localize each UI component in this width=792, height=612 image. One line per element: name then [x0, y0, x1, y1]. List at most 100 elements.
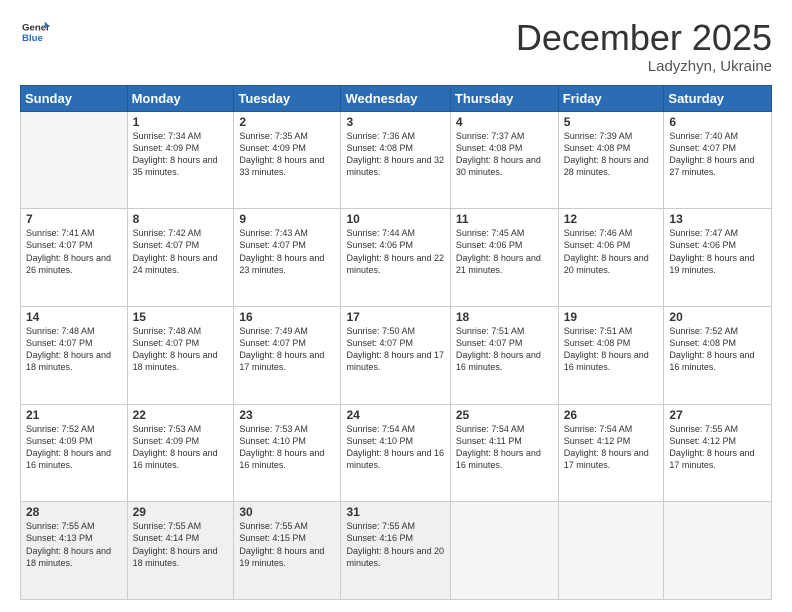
- calendar-week-3: 21Sunrise: 7:52 AMSunset: 4:09 PMDayligh…: [21, 404, 772, 502]
- cell-text: Sunrise: 7:40 AMSunset: 4:07 PMDaylight:…: [669, 130, 766, 179]
- day-number: 3: [346, 115, 444, 129]
- cell-text: Sunrise: 7:52 AMSunset: 4:08 PMDaylight:…: [669, 325, 766, 374]
- cell-text: Sunrise: 7:48 AMSunset: 4:07 PMDaylight:…: [133, 325, 229, 374]
- cell-text: Sunrise: 7:46 AMSunset: 4:06 PMDaylight:…: [564, 227, 659, 276]
- header-friday: Friday: [558, 85, 664, 111]
- cell-text: Sunrise: 7:54 AMSunset: 4:12 PMDaylight:…: [564, 423, 659, 472]
- table-row: 30Sunrise: 7:55 AMSunset: 4:15 PMDayligh…: [234, 502, 341, 600]
- day-number: 8: [133, 212, 229, 226]
- table-row: 2Sunrise: 7:35 AMSunset: 4:09 PMDaylight…: [234, 111, 341, 209]
- cell-text: Sunrise: 7:50 AMSunset: 4:07 PMDaylight:…: [346, 325, 444, 374]
- cell-text: Sunrise: 7:54 AMSunset: 4:10 PMDaylight:…: [346, 423, 444, 472]
- cell-text: Sunrise: 7:52 AMSunset: 4:09 PMDaylight:…: [26, 423, 122, 472]
- table-row: 6Sunrise: 7:40 AMSunset: 4:07 PMDaylight…: [664, 111, 772, 209]
- day-number: 20: [669, 310, 766, 324]
- day-number: 6: [669, 115, 766, 129]
- table-row: 18Sunrise: 7:51 AMSunset: 4:07 PMDayligh…: [450, 306, 558, 404]
- cell-text: Sunrise: 7:55 AMSunset: 4:15 PMDaylight:…: [239, 520, 335, 569]
- day-number: 16: [239, 310, 335, 324]
- table-row: 7Sunrise: 7:41 AMSunset: 4:07 PMDaylight…: [21, 209, 128, 307]
- day-number: 14: [26, 310, 122, 324]
- cell-text: Sunrise: 7:53 AMSunset: 4:09 PMDaylight:…: [133, 423, 229, 472]
- location: Ladyzhyn, Ukraine: [516, 58, 772, 75]
- cell-text: Sunrise: 7:37 AMSunset: 4:08 PMDaylight:…: [456, 130, 553, 179]
- table-row: 12Sunrise: 7:46 AMSunset: 4:06 PMDayligh…: [558, 209, 664, 307]
- day-number: 29: [133, 505, 229, 519]
- day-number: 19: [564, 310, 659, 324]
- table-row: 3Sunrise: 7:36 AMSunset: 4:08 PMDaylight…: [341, 111, 450, 209]
- table-row: 23Sunrise: 7:53 AMSunset: 4:10 PMDayligh…: [234, 404, 341, 502]
- cell-text: Sunrise: 7:55 AMSunset: 4:14 PMDaylight:…: [133, 520, 229, 569]
- table-row: [450, 502, 558, 600]
- table-row: 19Sunrise: 7:51 AMSunset: 4:08 PMDayligh…: [558, 306, 664, 404]
- table-row: 27Sunrise: 7:55 AMSunset: 4:12 PMDayligh…: [664, 404, 772, 502]
- cell-text: Sunrise: 7:55 AMSunset: 4:16 PMDaylight:…: [346, 520, 444, 569]
- table-row: 10Sunrise: 7:44 AMSunset: 4:06 PMDayligh…: [341, 209, 450, 307]
- calendar-week-1: 7Sunrise: 7:41 AMSunset: 4:07 PMDaylight…: [21, 209, 772, 307]
- cell-text: Sunrise: 7:53 AMSunset: 4:10 PMDaylight:…: [239, 423, 335, 472]
- cell-text: Sunrise: 7:42 AMSunset: 4:07 PMDaylight:…: [133, 227, 229, 276]
- table-row: 14Sunrise: 7:48 AMSunset: 4:07 PMDayligh…: [21, 306, 128, 404]
- table-row: 11Sunrise: 7:45 AMSunset: 4:06 PMDayligh…: [450, 209, 558, 307]
- cell-text: Sunrise: 7:51 AMSunset: 4:08 PMDaylight:…: [564, 325, 659, 374]
- cell-text: Sunrise: 7:41 AMSunset: 4:07 PMDaylight:…: [26, 227, 122, 276]
- month-title: December 2025: [516, 18, 772, 58]
- header-monday: Monday: [127, 85, 234, 111]
- cell-text: Sunrise: 7:49 AMSunset: 4:07 PMDaylight:…: [239, 325, 335, 374]
- calendar-header-row: Sunday Monday Tuesday Wednesday Thursday…: [21, 85, 772, 111]
- table-row: 25Sunrise: 7:54 AMSunset: 4:11 PMDayligh…: [450, 404, 558, 502]
- header-saturday: Saturday: [664, 85, 772, 111]
- table-row: 15Sunrise: 7:48 AMSunset: 4:07 PMDayligh…: [127, 306, 234, 404]
- day-number: 5: [564, 115, 659, 129]
- day-number: 10: [346, 212, 444, 226]
- table-row: [664, 502, 772, 600]
- cell-text: Sunrise: 7:48 AMSunset: 4:07 PMDaylight:…: [26, 325, 122, 374]
- cell-text: Sunrise: 7:51 AMSunset: 4:07 PMDaylight:…: [456, 325, 553, 374]
- cell-text: Sunrise: 7:43 AMSunset: 4:07 PMDaylight:…: [239, 227, 335, 276]
- day-number: 2: [239, 115, 335, 129]
- day-number: 24: [346, 408, 444, 422]
- logo: General Blue: [20, 18, 50, 46]
- day-number: 22: [133, 408, 229, 422]
- cell-text: Sunrise: 7:55 AMSunset: 4:13 PMDaylight:…: [26, 520, 122, 569]
- table-row: 21Sunrise: 7:52 AMSunset: 4:09 PMDayligh…: [21, 404, 128, 502]
- table-row: 29Sunrise: 7:55 AMSunset: 4:14 PMDayligh…: [127, 502, 234, 600]
- day-number: 30: [239, 505, 335, 519]
- table-row: 17Sunrise: 7:50 AMSunset: 4:07 PMDayligh…: [341, 306, 450, 404]
- day-number: 13: [669, 212, 766, 226]
- calendar-week-2: 14Sunrise: 7:48 AMSunset: 4:07 PMDayligh…: [21, 306, 772, 404]
- table-row: 22Sunrise: 7:53 AMSunset: 4:09 PMDayligh…: [127, 404, 234, 502]
- day-number: 9: [239, 212, 335, 226]
- cell-text: Sunrise: 7:44 AMSunset: 4:06 PMDaylight:…: [346, 227, 444, 276]
- cell-text: Sunrise: 7:54 AMSunset: 4:11 PMDaylight:…: [456, 423, 553, 472]
- day-number: 21: [26, 408, 122, 422]
- cell-text: Sunrise: 7:39 AMSunset: 4:08 PMDaylight:…: [564, 130, 659, 179]
- day-number: 23: [239, 408, 335, 422]
- page-header: General Blue December 2025 Ladyzhyn, Ukr…: [20, 18, 772, 75]
- table-row: 28Sunrise: 7:55 AMSunset: 4:13 PMDayligh…: [21, 502, 128, 600]
- day-number: 11: [456, 212, 553, 226]
- calendar-week-0: 1Sunrise: 7:34 AMSunset: 4:09 PMDaylight…: [21, 111, 772, 209]
- day-number: 31: [346, 505, 444, 519]
- header-thursday: Thursday: [450, 85, 558, 111]
- cell-text: Sunrise: 7:35 AMSunset: 4:09 PMDaylight:…: [239, 130, 335, 179]
- table-row: 1Sunrise: 7:34 AMSunset: 4:09 PMDaylight…: [127, 111, 234, 209]
- header-sunday: Sunday: [21, 85, 128, 111]
- table-row: [21, 111, 128, 209]
- day-number: 17: [346, 310, 444, 324]
- table-row: 13Sunrise: 7:47 AMSunset: 4:06 PMDayligh…: [664, 209, 772, 307]
- table-row: 26Sunrise: 7:54 AMSunset: 4:12 PMDayligh…: [558, 404, 664, 502]
- cell-text: Sunrise: 7:36 AMSunset: 4:08 PMDaylight:…: [346, 130, 444, 179]
- table-row: 8Sunrise: 7:42 AMSunset: 4:07 PMDaylight…: [127, 209, 234, 307]
- table-row: 9Sunrise: 7:43 AMSunset: 4:07 PMDaylight…: [234, 209, 341, 307]
- cell-text: Sunrise: 7:47 AMSunset: 4:06 PMDaylight:…: [669, 227, 766, 276]
- table-row: 20Sunrise: 7:52 AMSunset: 4:08 PMDayligh…: [664, 306, 772, 404]
- cell-text: Sunrise: 7:45 AMSunset: 4:06 PMDaylight:…: [456, 227, 553, 276]
- table-row: [558, 502, 664, 600]
- day-number: 1: [133, 115, 229, 129]
- day-number: 28: [26, 505, 122, 519]
- table-row: 31Sunrise: 7:55 AMSunset: 4:16 PMDayligh…: [341, 502, 450, 600]
- table-row: 4Sunrise: 7:37 AMSunset: 4:08 PMDaylight…: [450, 111, 558, 209]
- title-area: December 2025 Ladyzhyn, Ukraine: [516, 18, 772, 75]
- day-number: 7: [26, 212, 122, 226]
